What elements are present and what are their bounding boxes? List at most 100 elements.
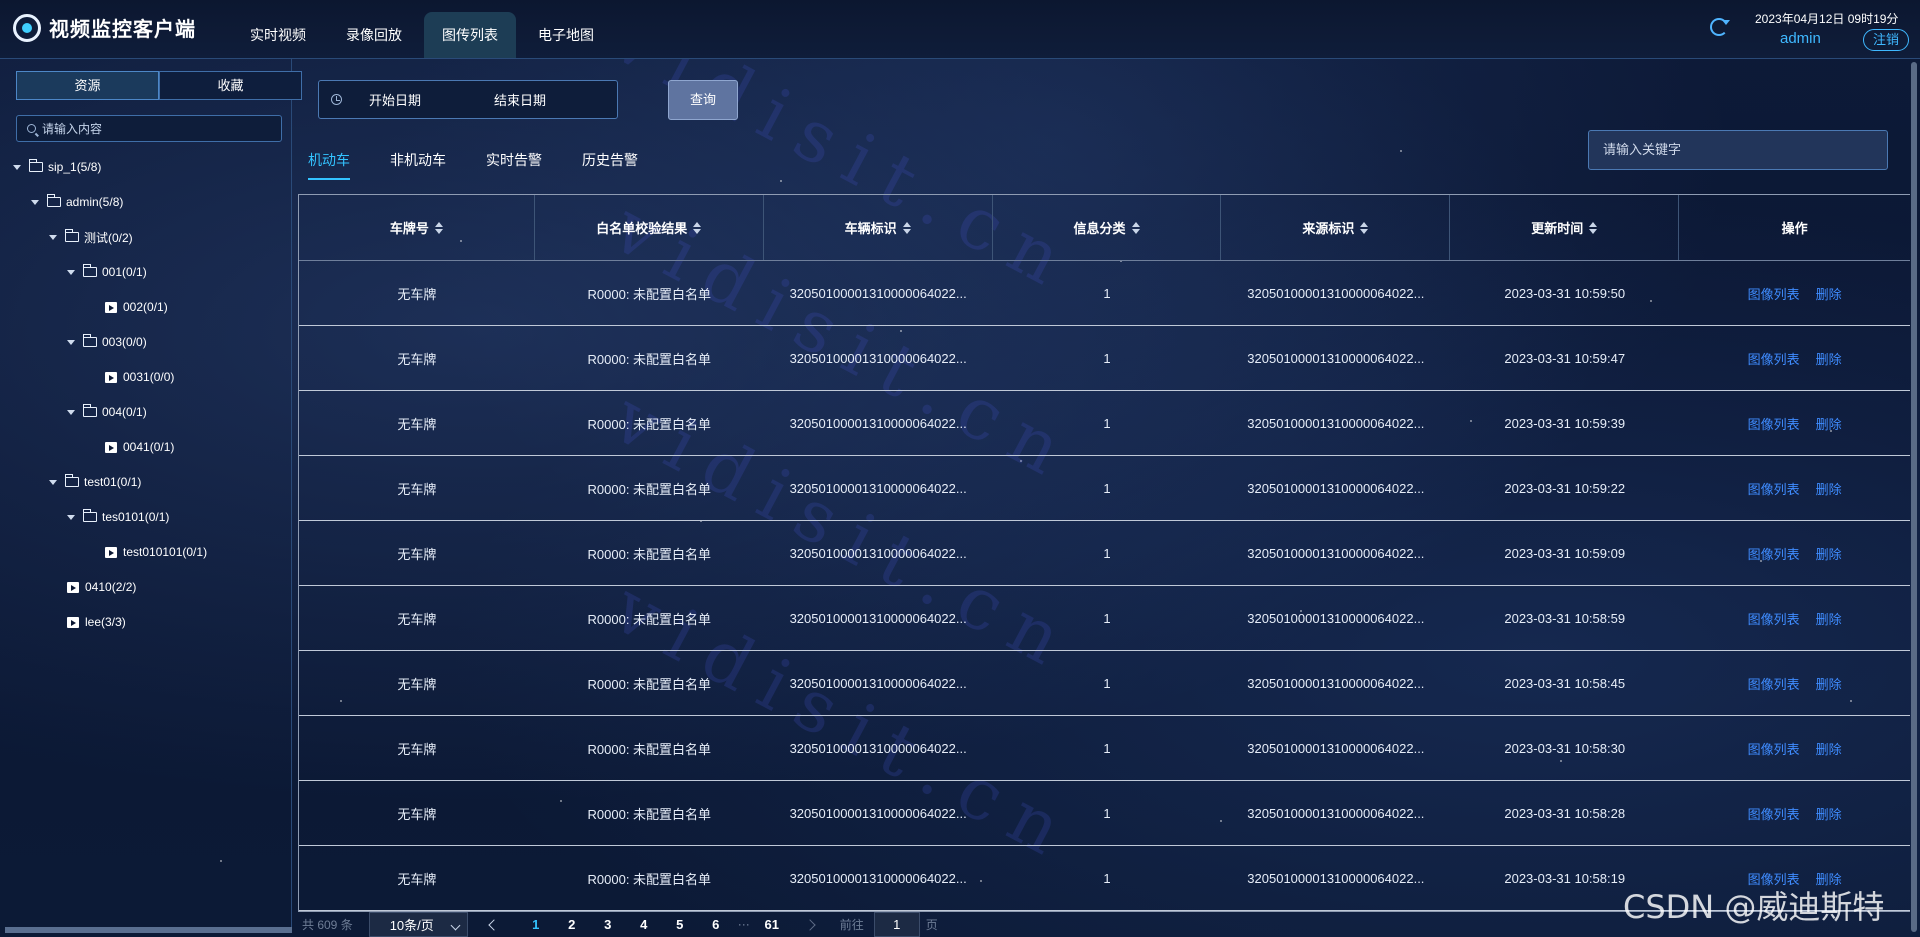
tree-node[interactable]: 003(0/0): [67, 332, 147, 352]
delete-link[interactable]: 删除: [1816, 609, 1842, 628]
tree-node-label: 0410(2/2): [85, 580, 137, 594]
sort-icon[interactable]: [1360, 221, 1369, 234]
nav-item[interactable]: 电子地图: [520, 12, 612, 58]
category-tab[interactable]: 历史告警: [582, 150, 638, 180]
column-header[interactable]: 来源标识: [1221, 195, 1451, 260]
delete-link[interactable]: 删除: [1816, 674, 1842, 693]
caret-down-icon[interactable]: [49, 479, 57, 485]
sidebar-scrollbar[interactable]: [5, 927, 292, 933]
tree-node[interactable]: admin(5/8): [31, 192, 123, 212]
page-number-last[interactable]: 61: [754, 917, 790, 932]
keyword-search[interactable]: [1588, 130, 1888, 170]
sort-icon[interactable]: [693, 221, 702, 234]
sort-icon[interactable]: [1589, 221, 1598, 234]
table-cell: 32050100001310000064022...: [1247, 480, 1425, 496]
resource-sidebar: 资源收藏 sip_1(5/8) admin(5/8) 测试(0/2) 001(0/1)…: [5, 59, 302, 933]
column-header[interactable]: 信息分类: [993, 195, 1222, 260]
prev-page-icon[interactable]: [488, 918, 500, 931]
category-tab[interactable]: 实时告警: [486, 150, 542, 180]
sidebar-search[interactable]: [16, 115, 282, 142]
table-cell: 32050100001310000064022...: [789, 675, 967, 691]
end-date-field[interactable]: 结束日期: [494, 90, 546, 109]
page-number[interactable]: 6: [698, 917, 734, 932]
sidebar-tab[interactable]: 收藏: [159, 71, 302, 100]
image-list-link[interactable]: 图像列表: [1748, 739, 1800, 758]
page-size-select[interactable]: 10条/页: [368, 912, 468, 937]
page-number[interactable]: 5: [662, 917, 698, 932]
delete-link[interactable]: 删除: [1816, 284, 1842, 303]
delete-link[interactable]: 删除: [1816, 739, 1842, 758]
tree-node[interactable]: 0041(0/1): [105, 437, 174, 457]
image-list-link[interactable]: 图像列表: [1748, 284, 1800, 303]
keyword-input[interactable]: [1603, 142, 1873, 157]
tree-node[interactable]: test010101(0/1): [105, 542, 207, 562]
tree-node[interactable]: 0410(2/2): [67, 577, 136, 597]
sort-icon[interactable]: [434, 221, 443, 234]
tree-node[interactable]: test01(0/1): [49, 472, 141, 492]
tree-node[interactable]: 0031(0/0): [105, 367, 174, 387]
delete-link[interactable]: 删除: [1816, 544, 1842, 563]
tree-node[interactable]: 004(0/1): [67, 402, 147, 422]
refresh-icon[interactable]: [1710, 18, 1730, 36]
tree-node[interactable]: 测试(0/2): [49, 227, 133, 247]
category-tab[interactable]: 非机动车: [390, 150, 446, 180]
caret-down-icon[interactable]: [67, 339, 75, 345]
column-header[interactable]: 车辆标识: [764, 195, 993, 260]
table-cell: 1: [1103, 805, 1111, 821]
date-range-picker[interactable]: 开始日期 结束日期: [318, 80, 618, 119]
caret-down-icon[interactable]: [67, 409, 75, 415]
tree-node-label: lee(3/3): [85, 615, 126, 629]
column-header-label: 操作: [1781, 221, 1808, 236]
tree-node[interactable]: sip_1(5/8): [13, 157, 101, 177]
tree-node[interactable]: lee(3/3): [67, 612, 126, 632]
tree-node[interactable]: tes0101(0/1): [67, 507, 169, 527]
logout-button[interactable]: 注销: [1863, 29, 1909, 51]
page-number[interactable]: 3: [590, 917, 626, 932]
column-header[interactable]: 车牌号: [299, 195, 535, 260]
column-header: 操作: [1679, 195, 1910, 260]
total-count: 共 609 条: [302, 918, 353, 932]
page-number[interactable]: 4: [626, 917, 662, 932]
image-list-link[interactable]: 图像列表: [1748, 479, 1800, 498]
table-cell: R0000: 未配置白名单: [587, 871, 712, 887]
image-list-link[interactable]: 图像列表: [1748, 544, 1800, 563]
image-list-link[interactable]: 图像列表: [1748, 674, 1800, 693]
goto-page-input[interactable]: 1: [873, 912, 920, 937]
caret-down-icon[interactable]: [67, 514, 75, 520]
delete-link[interactable]: 删除: [1816, 414, 1842, 433]
nav-item[interactable]: 实时视频: [232, 12, 324, 58]
image-list-link[interactable]: 图像列表: [1748, 349, 1800, 368]
image-list-link[interactable]: 图像列表: [1748, 804, 1800, 823]
image-list-link[interactable]: 图像列表: [1748, 414, 1800, 433]
caret-down-icon[interactable]: [49, 234, 57, 240]
page-ellipsis[interactable]: ···: [734, 917, 754, 932]
sidebar-search-input[interactable]: [42, 121, 272, 136]
delete-link[interactable]: 删除: [1816, 479, 1842, 498]
sidebar-tab[interactable]: 资源: [16, 71, 159, 100]
page-number[interactable]: 2: [554, 917, 590, 932]
column-header[interactable]: 更新时间: [1450, 195, 1680, 260]
delete-link[interactable]: 删除: [1816, 804, 1842, 823]
table-cell: 无车牌: [397, 741, 437, 757]
column-header[interactable]: 白名单校验结果: [535, 195, 764, 260]
delete-link[interactable]: 删除: [1816, 349, 1842, 368]
table-cell: 32050100001310000064022...: [1247, 675, 1425, 691]
tree-node[interactable]: 002(0/1): [105, 297, 168, 317]
page-number[interactable]: 1: [518, 917, 554, 932]
image-list-link[interactable]: 图像列表: [1748, 609, 1800, 628]
start-date-field[interactable]: 开始日期: [369, 90, 421, 109]
table-cell: R0000: 未配置白名单: [587, 611, 712, 627]
tree-node[interactable]: 001(0/1): [67, 262, 147, 282]
caret-down-icon[interactable]: [13, 164, 21, 170]
sort-icon[interactable]: [1131, 221, 1140, 234]
next-page-icon[interactable]: [804, 918, 816, 931]
nav-item[interactable]: 图传列表: [424, 12, 516, 58]
query-button[interactable]: 查询: [668, 80, 738, 120]
sort-icon[interactable]: [902, 221, 911, 234]
caret-down-icon[interactable]: [67, 269, 75, 275]
caret-down-icon[interactable]: [31, 199, 39, 205]
category-tab[interactable]: 机动车: [308, 150, 350, 180]
page-scrollbar[interactable]: [1911, 62, 1917, 932]
nav-item[interactable]: 录像回放: [328, 12, 420, 58]
table-header: 车牌号 白名单校验结果 车辆标识 信息分类 来源标识 更新时间 操作: [299, 195, 1910, 261]
